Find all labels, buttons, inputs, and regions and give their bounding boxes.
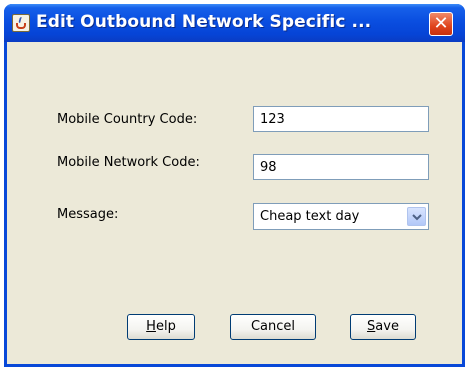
message-select-value: Cheap text day — [260, 209, 360, 224]
mnc-input[interactable]: 98 — [253, 154, 429, 180]
dialog-content: Mobile Country Code: 123 Mobile Network … — [7, 42, 462, 364]
help-mnemonic: H — [146, 319, 156, 334]
message-label: Message: — [57, 207, 119, 222]
cancel-button[interactable]: Cancel — [230, 314, 316, 340]
chevron-down-icon[interactable] — [407, 207, 426, 226]
close-button[interactable]: ✕ — [429, 12, 453, 36]
dialog-window: Edit Outbound Network Specific ... ✕ Mob… — [4, 4, 465, 367]
help-button[interactable]: Help — [127, 314, 195, 340]
window-title: Edit Outbound Network Specific ... — [36, 12, 372, 32]
mcc-label: Mobile Country Code: — [57, 112, 198, 127]
mcc-input[interactable]: 123 — [253, 106, 429, 132]
close-icon: ✕ — [433, 13, 449, 34]
cancel-label: Cancel — [250, 319, 296, 334]
java-cup-icon — [12, 14, 30, 32]
message-select[interactable]: Cheap text day — [253, 203, 429, 230]
title-bar[interactable]: Edit Outbound Network Specific ... ✕ — [4, 4, 465, 42]
mnc-label: Mobile Network Code: — [57, 155, 200, 170]
save-button[interactable]: Save — [350, 314, 416, 340]
help-label: elp — [155, 319, 176, 334]
save-label: ave — [375, 319, 399, 334]
